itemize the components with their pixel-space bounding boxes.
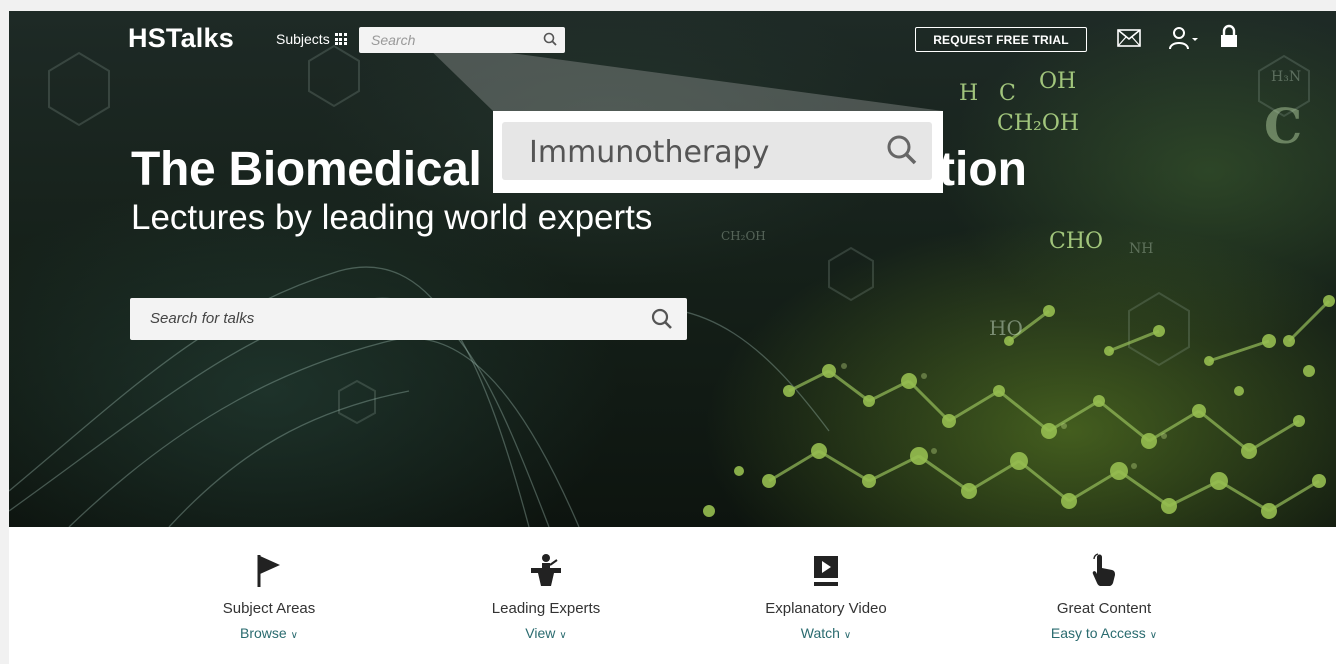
search-zoom-callout: Immunotherapy — [493, 111, 943, 193]
formula-text: CH₂OH — [721, 229, 766, 243]
formula-text: CHO — [1049, 229, 1104, 254]
user-icon[interactable] — [1169, 26, 1199, 55]
formula-text: HO — [989, 316, 1023, 340]
formula-text: C — [1264, 99, 1303, 155]
talks-search-input[interactable]: Search for talks — [130, 298, 687, 340]
feature-label: Great Content — [1056, 600, 1152, 617]
header-search-input[interactable]: Search — [359, 27, 565, 53]
formula-text: C — [999, 81, 1016, 106]
formula-text: CH₂OH — [997, 111, 1080, 136]
hero-subtitle: Lectures by leading world experts — [131, 198, 653, 237]
request-free-trial-button[interactable]: REQUEST FREE TRIAL — [915, 27, 1087, 52]
hero-banner: H C OH CH₂OH CHO NH H₃N C HO CH₂OH HSTal… — [9, 11, 1336, 527]
feature-link-text: Browse — [239, 625, 287, 641]
search-icon[interactable] — [651, 308, 673, 335]
feature-leading-experts: Leading Experts View ∨ — [436, 551, 656, 641]
lectern-icon — [436, 551, 656, 587]
subjects-menu[interactable]: Subjects — [276, 31, 347, 47]
formula-text: OH — [1039, 69, 1077, 94]
feature-explanatory-video: Explanatory Video Watch ∨ — [716, 551, 936, 641]
formula-text: NH — [1129, 241, 1154, 257]
chevron-down-icon: ∨ — [843, 630, 852, 641]
subjects-label: Subjects — [276, 31, 330, 47]
watch-link[interactable]: Watch ∨ — [716, 625, 936, 641]
chevron-down-icon: ∨ — [290, 630, 298, 641]
feature-subject-areas: Subject Areas Browse ∨ — [159, 551, 379, 641]
feature-label: Leading Experts — [491, 600, 601, 617]
feature-link-text: View — [525, 625, 556, 641]
formula-text: H — [959, 81, 979, 106]
page-frame: H C OH CH₂OH CHO NH H₃N C HO CH₂OH HSTal… — [9, 11, 1336, 664]
chevron-down-icon: ∨ — [559, 630, 567, 641]
grid-icon — [334, 33, 347, 45]
search-icon — [886, 134, 918, 171]
search-icon[interactable] — [543, 32, 557, 51]
hero-title-start: The Biomedical — [131, 143, 482, 196]
chevron-down-icon: ∨ — [1149, 630, 1158, 641]
browse-link[interactable]: Browse ∨ — [159, 625, 379, 641]
site-logo[interactable]: HSTalks — [128, 23, 234, 54]
flag-icon — [159, 551, 379, 587]
callout-search-field: Immunotherapy — [502, 122, 932, 180]
view-link[interactable]: View ∨ — [436, 625, 656, 641]
hero-title-end: tion — [939, 143, 1027, 196]
video-icon — [716, 551, 936, 587]
feature-label: Subject Areas — [222, 600, 316, 617]
lock-icon[interactable] — [1220, 24, 1238, 53]
callout-search-query: Immunotherapy — [529, 135, 770, 170]
feature-great-content: Great Content Easy to Access ∨ — [994, 551, 1214, 641]
header-search-placeholder: Search — [371, 32, 416, 48]
feature-link-text: Watch — [800, 625, 840, 641]
mail-icon[interactable] — [1117, 29, 1141, 52]
talks-search-placeholder: Search for talks — [150, 310, 255, 327]
hero-background-art — [9, 41, 1335, 527]
formula-text: H₃N — [1271, 69, 1302, 85]
feature-link-text: Easy to Access — [1050, 625, 1146, 641]
pointer-hand-icon — [994, 551, 1214, 587]
feature-label: Explanatory Video — [765, 600, 887, 617]
easy-to-access-link[interactable]: Easy to Access ∨ — [994, 625, 1214, 641]
